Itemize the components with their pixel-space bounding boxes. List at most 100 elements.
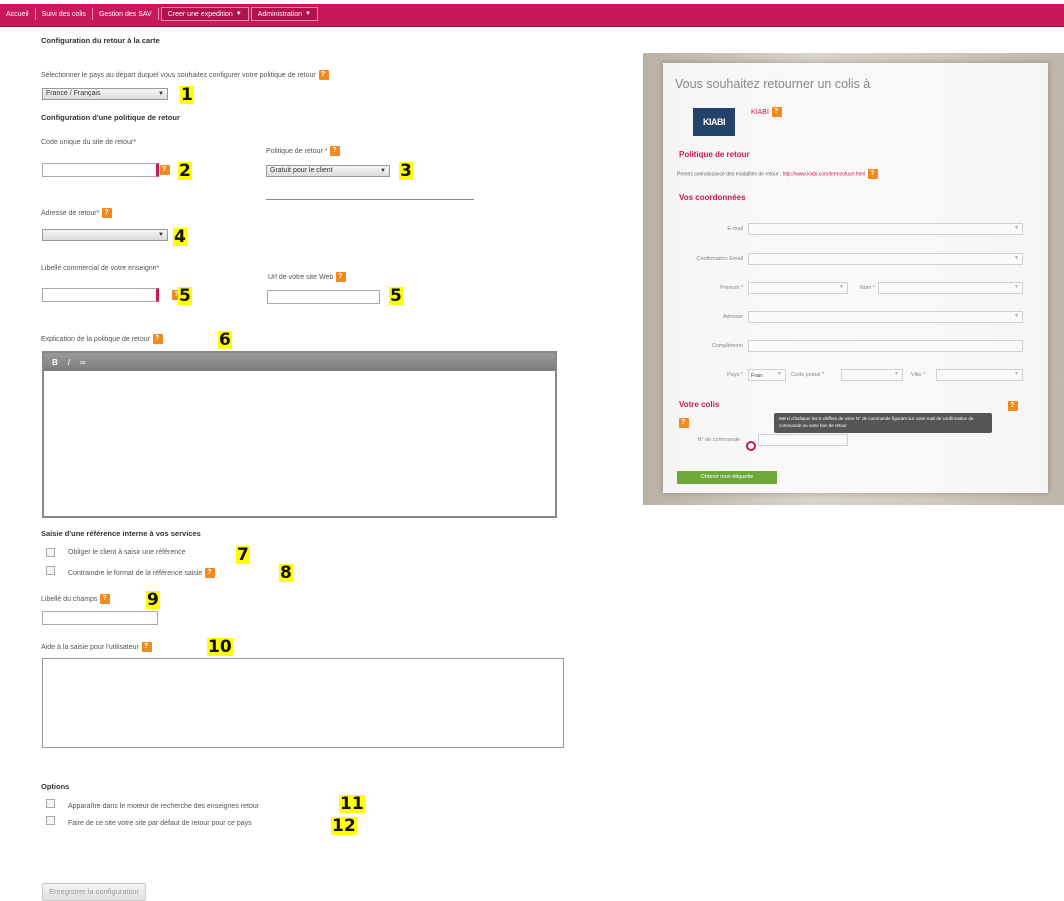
nav-label: Administration xyxy=(257,10,303,18)
preview-complement-label: Complément xyxy=(711,343,743,349)
brand-input[interactable] xyxy=(42,288,159,302)
preview-order-input[interactable] xyxy=(758,434,848,446)
marker-6: 6 xyxy=(218,330,232,350)
constrain-ref-checkbox[interactable] xyxy=(46,566,55,575)
order-number-tooltip: Merci d'indiquer les 5 chiffres de votre… xyxy=(774,413,992,433)
chevron-down-icon: ▼ xyxy=(1014,371,1019,377)
chevron-down-icon: ▼ xyxy=(894,371,899,377)
help-icon[interactable] xyxy=(100,594,111,604)
marker-4: 4 xyxy=(173,227,187,247)
save-button[interactable]: Enregistrer la configuration xyxy=(42,883,146,901)
force-ref-checkbox[interactable] xyxy=(46,548,55,557)
option-search-label: Apparaître dans le moteur de recherche d… xyxy=(68,803,260,810)
website-input[interactable] xyxy=(267,290,380,304)
preview-policy-title: Politique de retour xyxy=(679,150,750,159)
preview-lastname-label: Nom * xyxy=(859,285,875,291)
field-label-text: Libellé du champs xyxy=(41,595,98,603)
help-icon xyxy=(868,169,879,179)
preview-lastname-input[interactable]: ▼ xyxy=(878,282,1023,294)
nav-item-sav[interactable]: Gestion des SAV xyxy=(93,8,159,20)
help-icon[interactable] xyxy=(205,568,216,578)
user-help-textarea[interactable] xyxy=(42,658,564,748)
nav-item-create-shipment[interactable]: Creer une expedition ▼ xyxy=(160,7,249,21)
preview-email-confirm-input[interactable]: ▼ xyxy=(748,253,1023,265)
help-icon[interactable] xyxy=(318,70,329,80)
country-select[interactable]: France / Français ▼ xyxy=(42,88,168,100)
cursor-icon xyxy=(746,441,756,451)
help-icon[interactable] xyxy=(330,146,341,156)
preview-email-input[interactable]: ▼ xyxy=(748,223,1023,235)
website-text: Url de votre site Web xyxy=(268,273,334,281)
help-icon xyxy=(771,107,782,117)
constrain-ref-label: Contraindre le format de la référence sa… xyxy=(68,568,216,578)
chevron-down-icon: ▼ xyxy=(235,11,242,17)
policy-link[interactable]: http://www.kiabi.com/termsofuse.html xyxy=(783,171,866,177)
nav-label: Suivi des colis xyxy=(41,10,86,18)
option-default-checkbox[interactable] xyxy=(46,816,55,825)
rich-text-editor[interactable]: B I ∞ xyxy=(42,351,557,518)
nav-label: Accueil xyxy=(6,10,29,18)
marker-7: 7 xyxy=(236,545,250,565)
nav-item-tracking[interactable]: Suivi des colis xyxy=(36,8,93,20)
editor-toolbar: B I ∞ xyxy=(44,353,555,371)
return-policy-label: Politique de retour * xyxy=(266,146,341,156)
nav-item-administration[interactable]: Administration ▼ xyxy=(250,7,318,21)
preview-country-select[interactable]: Fran ▼ xyxy=(748,369,786,381)
return-address-select[interactable]: ▼ xyxy=(42,229,168,241)
chevron-down-icon: ▼ xyxy=(1014,225,1019,231)
policy-config-title: Configuration d'une politique de retour xyxy=(41,113,180,122)
marker-10: 10 xyxy=(207,637,233,657)
chevron-down-icon: ▼ xyxy=(380,168,386,174)
user-help-label: Aide à la saisie pour l'utilisateur xyxy=(41,642,152,652)
help-icon[interactable] xyxy=(152,334,163,344)
preview-brand-name: KIABI xyxy=(751,107,782,117)
explanation-text: Explication de la politique de retour xyxy=(41,335,150,343)
help-icon[interactable] xyxy=(160,165,170,175)
marker-11: 11 xyxy=(339,794,365,814)
option-search-checkbox[interactable] xyxy=(46,799,55,808)
internal-ref-title: Saisie d'une référence interne à vos ser… xyxy=(41,529,201,538)
chevron-down-icon: ▼ xyxy=(1014,313,1019,319)
help-icon[interactable] xyxy=(336,272,347,282)
field-label-input[interactable] xyxy=(42,611,158,625)
country-select-value: France / Français xyxy=(46,90,101,97)
return-address-label: Adresse de retour* xyxy=(41,208,113,218)
preview-firstname-input[interactable]: ▼ xyxy=(748,282,848,294)
preview-zip-label: Code postal * xyxy=(791,372,825,378)
preview-policy-text: Prenez connaissance des modalités de ret… xyxy=(677,169,879,179)
return-policy-select-value: Gratuit pour le client xyxy=(270,167,333,174)
country-prompt-text: Sélectionner le pays au départ duquel vo… xyxy=(41,71,316,79)
preview-complement-input[interactable] xyxy=(748,340,1023,352)
site-code-input[interactable] xyxy=(42,163,159,177)
marker-5a: 5 xyxy=(178,286,192,306)
bold-icon[interactable]: B xyxy=(52,358,58,367)
field-label-label: Libellé du champs xyxy=(41,594,111,604)
preview-zip-input[interactable]: ▼ xyxy=(841,369,903,381)
italic-icon[interactable]: I xyxy=(68,358,70,367)
preview-address-input[interactable]: ▼ xyxy=(748,311,1023,323)
preview-card: Vous souhaitez retourner un colis à KIAB… xyxy=(663,63,1048,493)
preview-city-input[interactable]: ▼ xyxy=(936,369,1023,381)
options-title: Options xyxy=(41,782,70,791)
marker-9: 9 xyxy=(146,590,160,610)
chevron-down-icon: ▼ xyxy=(158,232,164,238)
divider xyxy=(266,199,474,200)
help-icon[interactable] xyxy=(141,642,152,652)
nav-item-home[interactable]: Accueil xyxy=(0,8,36,20)
preview-contact-title: Vos coordonnées xyxy=(679,193,746,202)
preview-city-label: Ville * xyxy=(911,372,925,378)
link-icon[interactable]: ∞ xyxy=(80,358,86,367)
chevron-down-icon: ▼ xyxy=(839,284,844,290)
help-icon xyxy=(1008,401,1019,411)
help-icon[interactable] xyxy=(102,208,113,218)
preview-order-label: N° de commande xyxy=(697,437,740,443)
country-prompt-label: Sélectionner le pays au départ duquel vo… xyxy=(41,70,329,80)
preview-submit-button[interactable]: Obtenir mon étiquette xyxy=(677,471,777,484)
explanation-label: Explication de la politique de retour xyxy=(41,334,163,344)
brand-logo: KIABI xyxy=(693,108,735,136)
marker-12: 12 xyxy=(331,816,357,836)
chevron-down-icon: ▼ xyxy=(777,371,782,377)
chevron-down-icon: ▼ xyxy=(158,91,164,97)
main-menu: Accueil Suivi des colis Gestion des SAV … xyxy=(0,6,318,22)
return-policy-select[interactable]: Gratuit pour le client ▼ xyxy=(266,165,390,177)
